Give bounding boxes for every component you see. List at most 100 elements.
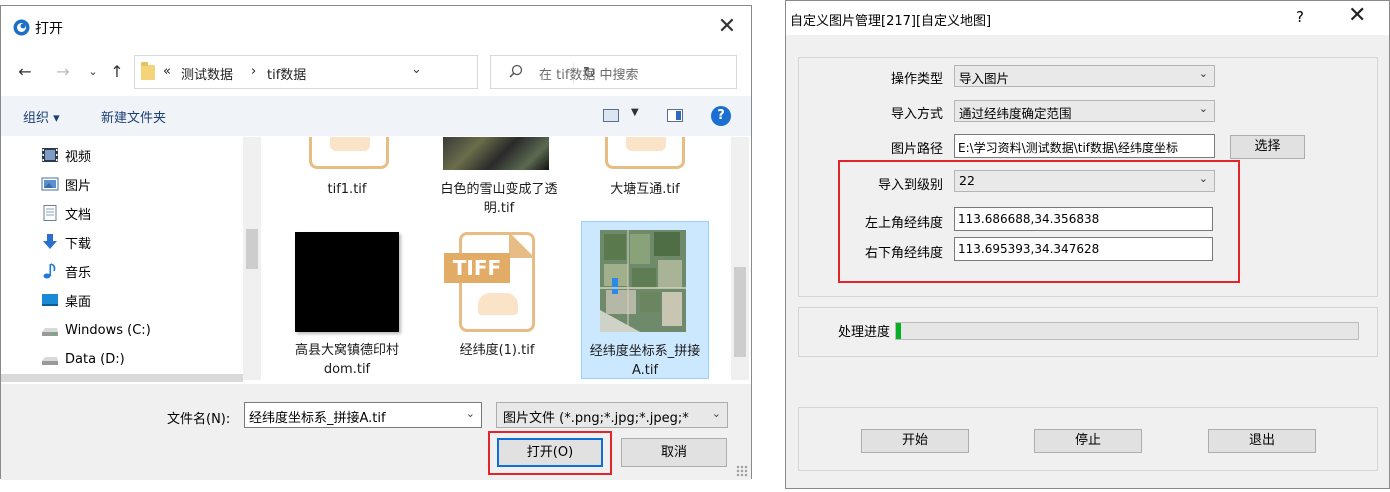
close-button[interactable]: ✕	[1348, 3, 1366, 28]
progress-bar	[895, 322, 1359, 340]
start-button[interactable]: 开始	[861, 429, 969, 453]
music-icon	[43, 263, 56, 279]
file-thumbnail	[443, 137, 549, 170]
help-icon[interactable]: ?	[711, 106, 731, 126]
recent-locations-button[interactable]: ⌄	[83, 61, 103, 83]
open-button[interactable]: 打开(O)	[497, 438, 603, 467]
open-file-dialog: 打开 ✕ ← → ⌄ ↑ « 测试数据 › tif数据 ⌄ ↻ 在 tif数据 …	[0, 5, 752, 480]
close-button[interactable]: ✕	[713, 13, 741, 41]
drive-icon	[42, 328, 58, 336]
file-item[interactable]: tif1.tif	[263, 137, 391, 217]
breadcrumb-separator: ›	[251, 64, 257, 79]
file-name: 经纬度坐标系_拼接A.tif	[589, 344, 701, 378]
preview-pane-icon[interactable]	[667, 109, 683, 122]
arrow-up-icon: ↑	[110, 62, 124, 81]
filetype-select[interactable]: 图片文件 (*.png;*.jpg;*.jpeg;* ⌄	[496, 402, 728, 428]
app-icon	[13, 19, 30, 36]
file-name: 经纬度(1).tif	[459, 343, 535, 358]
nav-item-label: 图片	[65, 178, 92, 194]
file-item[interactable]: 大塘互通.tif	[563, 137, 691, 217]
view-options-icon[interactable]	[603, 109, 619, 122]
operation-type-label: 操作类型	[890, 72, 943, 87]
file-scrollbar-thumb[interactable]	[734, 267, 746, 357]
file-item-selected[interactable]: 经纬度坐标系_拼接A.tif	[581, 221, 709, 379]
navigation-bar: ← → ⌄ ↑ « 测试数据 › tif数据 ⌄ ↻ 在 tif数据 中搜索	[1, 50, 751, 94]
nav-item-label: Data (D:)	[65, 351, 125, 367]
breadcrumb-item[interactable]: tif数据	[267, 64, 306, 83]
nav-item-drive-c[interactable]: Windows (C:)	[41, 319, 151, 341]
file-name: 大塘互通.tif	[610, 182, 680, 197]
nav-item-label: 下载	[65, 236, 92, 252]
nav-item-pictures[interactable]: 图片	[41, 173, 91, 195]
image-path-input[interactable]: E:\学习资料\测试数据\tif数据\经纬度坐标	[954, 134, 1215, 158]
breadcrumb-overflow[interactable]: «	[163, 64, 171, 79]
nav-item-downloads[interactable]: 下载	[41, 231, 91, 253]
chevron-down-icon: ⌄	[1198, 67, 1208, 80]
satellite-image-thumbnail	[600, 230, 686, 332]
navigation-pane: 视频 图片 文档 下载 音乐 桌面 Windows (C:) Data (D:)	[1, 137, 243, 380]
close-icon: ✕	[717, 14, 737, 39]
coordinates-highlight	[838, 160, 1240, 283]
view-options-dropdown[interactable]: ▼	[631, 107, 639, 118]
nav-item-videos[interactable]: 视频	[41, 144, 91, 166]
nav-item-desktop[interactable]: 桌面	[41, 289, 91, 311]
import-mode-value: 通过经纬度确定范围	[959, 106, 1072, 121]
folder-icon	[141, 62, 155, 80]
progress-bar-fill	[896, 323, 901, 339]
up-button[interactable]: ↑	[107, 61, 127, 83]
progress-label: 处理进度	[837, 325, 890, 340]
chevron-down-icon: ⌄	[711, 407, 721, 420]
search-icon	[509, 64, 523, 78]
address-bar[interactable]: « 测试数据 › tif数据 ⌄ ↻	[134, 55, 596, 89]
help-button[interactable]: ?	[1296, 8, 1304, 26]
import-mode-label: 导入方式	[890, 107, 943, 122]
organize-menu[interactable]: 组织 ▾	[23, 107, 60, 126]
back-button[interactable]: ←	[15, 61, 35, 83]
nav-item-highlight	[1, 374, 243, 382]
nav-item-label: Windows (C:)	[65, 322, 151, 338]
filename-input[interactable]: 经纬度坐标系_拼接A.tif ⌄	[244, 402, 482, 428]
file-item[interactable]: 白色的雪山变成了透明.tif	[415, 137, 558, 217]
exit-button[interactable]: 退出	[1208, 429, 1316, 453]
arrow-right-icon: →	[56, 62, 70, 81]
video-icon	[42, 148, 58, 162]
file-item[interactable]: 高县大窝镇德印村dom.tif	[273, 227, 401, 377]
filetype-value: 图片文件 (*.png;*.jpg;*.jpeg;*	[503, 411, 689, 426]
search-placeholder: 在 tif数据 中搜索	[539, 68, 639, 83]
file-item[interactable]: TIFF 经纬度(1).tif	[423, 227, 551, 377]
dialog-title-bar: 自定义图片管理[217][自定义地图] ? ✕	[786, 1, 1389, 35]
tiff-badge: TIFF	[444, 253, 510, 283]
documents-icon	[43, 205, 57, 221]
search-input[interactable]: 在 tif数据 中搜索	[490, 55, 737, 89]
nav-item-music[interactable]: 音乐	[41, 260, 91, 282]
dialog-footer: 文件名(N): 经纬度坐标系_拼接A.tif ⌄ 图片文件 (*.png;*.j…	[1, 384, 751, 480]
select-file-button[interactable]: 选择	[1230, 135, 1305, 159]
file-name: 白色的雪山变成了透明.tif	[440, 182, 558, 216]
forward-button[interactable]: →	[53, 61, 73, 83]
file-scrollbar[interactable]	[731, 137, 749, 380]
filename-value: 经纬度坐标系_拼接A.tif	[249, 411, 386, 426]
nav-item-documents[interactable]: 文档	[41, 202, 91, 224]
chevron-down-icon[interactable]: ⌄	[466, 407, 475, 420]
nav-item-label: 文档	[65, 207, 92, 223]
cancel-button[interactable]: 取消	[621, 438, 727, 467]
nav-item-label: 音乐	[65, 265, 92, 281]
operation-type-value: 导入图片	[959, 71, 1010, 86]
operation-type-select[interactable]: 导入图片 ⌄	[954, 65, 1215, 87]
command-toolbar: 组织 ▾ 新建文件夹 ▼ ?	[1, 96, 751, 136]
chevron-down-icon: ⌄	[88, 65, 98, 78]
nav-item-drive-d[interactable]: Data (D:)	[41, 348, 125, 370]
nav-item-label: 视频	[65, 149, 92, 165]
tiff-file-icon: TIFF	[444, 232, 535, 332]
nav-scrollbar-thumb[interactable]	[246, 229, 258, 269]
nav-scrollbar[interactable]	[243, 137, 261, 380]
stop-button[interactable]: 停止	[1034, 429, 1142, 453]
breadcrumb-item[interactable]: 测试数据	[181, 64, 233, 83]
new-folder-button[interactable]: 新建文件夹	[101, 107, 166, 126]
file-name: 高县大窝镇德印村dom.tif	[294, 343, 399, 377]
drive-icon	[42, 357, 58, 365]
resize-grip[interactable]	[736, 465, 748, 477]
image-path-value: E:\学习资料\测试数据\tif数据\经纬度坐标	[958, 141, 1179, 155]
address-dropdown[interactable]: ⌄	[411, 62, 422, 77]
import-mode-select[interactable]: 通过经纬度确定范围 ⌄	[954, 100, 1215, 122]
